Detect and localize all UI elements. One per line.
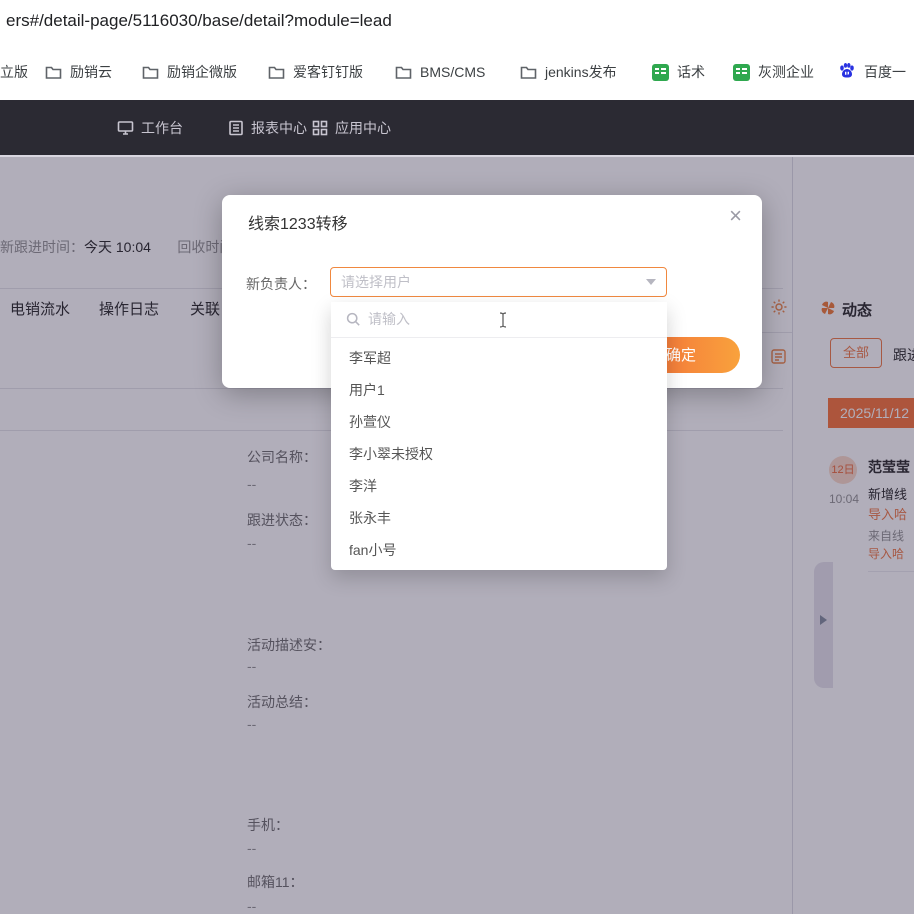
new-owner-label: 新负责人：: [246, 274, 316, 294]
nav-item-label: 应用中心: [335, 118, 391, 138]
select-placeholder: 请选择用户: [331, 272, 646, 292]
bookmark-label: 励销企微版: [167, 62, 237, 82]
user-option[interactable]: 李洋: [331, 470, 667, 502]
chevron-down-icon: [646, 279, 656, 285]
text-cursor-icon: [497, 311, 509, 334]
browser-address-bar[interactable]: ers#/detail-page/5116030/base/detail?mod…: [0, 0, 914, 44]
bookmark-item[interactable]: 励销云: [45, 60, 112, 84]
user-option[interactable]: 张永丰: [331, 502, 667, 534]
spreadsheet-icon: [733, 64, 750, 81]
user-option[interactable]: 李小翠未授权: [331, 438, 667, 470]
nav-item-workbench[interactable]: 工作台: [117, 118, 183, 138]
app-top-nav: 工作台 报表中心 应用中心: [0, 100, 914, 157]
folder-icon: [395, 65, 412, 80]
close-icon[interactable]: ×: [729, 205, 742, 227]
bookmark-item[interactable]: 百度一: [838, 60, 906, 84]
bookmark-label: BMS/CMS: [420, 64, 485, 80]
bookmark-item[interactable]: 立版: [0, 60, 28, 84]
search-icon: [346, 312, 361, 332]
user-select-dropdown: 请输入 李军超 用户1 孙萱仪 李小翠未授权 李洋 张永丰 fan小号: [331, 302, 667, 570]
spreadsheet-icon: [652, 64, 669, 81]
dialog-title: 线索1233转移: [248, 210, 348, 234]
bookmark-item[interactable]: 爱客钉钉版: [268, 60, 363, 84]
report-icon: [228, 120, 244, 136]
nav-item-label: 工作台: [141, 118, 183, 138]
bookmark-label: 爱客钉钉版: [293, 62, 363, 82]
user-option[interactable]: 孙萱仪: [331, 406, 667, 438]
bookmark-item[interactable]: BMS/CMS: [395, 60, 485, 84]
folder-icon: [520, 65, 537, 80]
url-text[interactable]: ers#/detail-page/5116030/base/detail?mod…: [6, 11, 392, 31]
dropdown-search-input[interactable]: 请输入: [331, 302, 667, 338]
bookmark-label: 灰测企业: [758, 62, 814, 82]
bookmark-label: 话术: [677, 62, 705, 82]
folder-icon: [268, 65, 285, 80]
bookmark-label: 励销云: [70, 62, 112, 82]
monitor-icon: [117, 120, 134, 136]
bookmark-label: 百度一: [864, 62, 906, 82]
bookmark-label: 立版: [0, 62, 28, 82]
new-owner-select[interactable]: 请选择用户: [330, 267, 667, 297]
bookmark-label: jenkins发布: [545, 62, 617, 82]
search-placeholder: 请输入: [368, 302, 410, 337]
bookmarks-bar: 立版 励销云 励销企微版 爱客钉钉版 BMS/CMS jenkins发布 话术 …: [0, 44, 914, 100]
nav-item-apps[interactable]: 应用中心: [312, 118, 391, 138]
user-option[interactable]: 用户1: [331, 374, 667, 406]
nav-item-label: 报表中心: [251, 118, 307, 138]
user-option-list: 李军超 用户1 孙萱仪 李小翠未授权 李洋 张永丰 fan小号: [331, 338, 667, 566]
grid-icon: [312, 120, 328, 136]
nav-item-reports[interactable]: 报表中心: [228, 118, 307, 138]
folder-icon: [45, 65, 62, 80]
bookmark-item[interactable]: 励销企微版: [142, 60, 237, 84]
bookmark-item[interactable]: 话术: [652, 60, 705, 84]
folder-icon: [142, 65, 159, 80]
bookmark-item[interactable]: 灰测企业: [733, 60, 814, 84]
bookmark-item[interactable]: jenkins发布: [520, 60, 617, 84]
user-option[interactable]: fan小号: [331, 534, 667, 566]
user-option[interactable]: 李军超: [331, 342, 667, 374]
baidu-icon: [838, 62, 856, 83]
